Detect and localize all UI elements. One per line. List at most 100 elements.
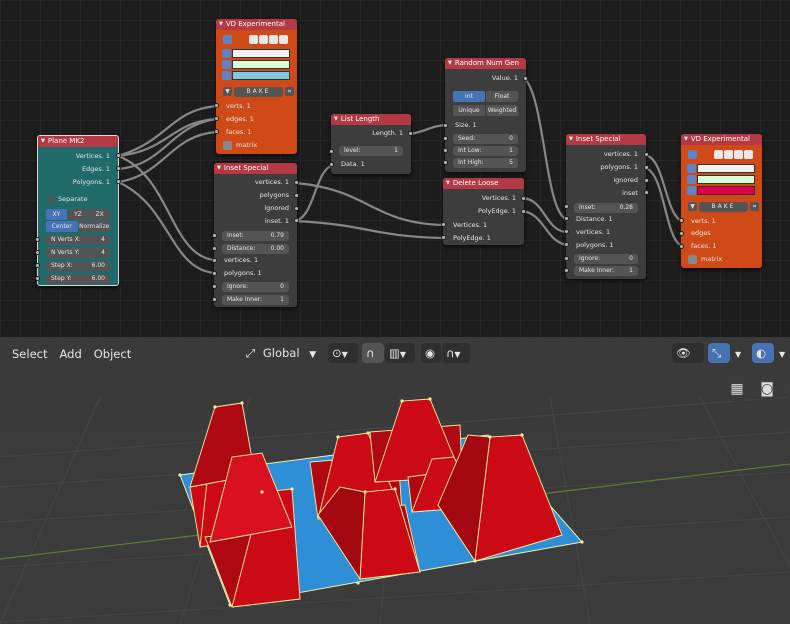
socket-dot[interactable] <box>116 179 121 184</box>
gizmo-toggle[interactable]: ⤡ <box>708 343 730 363</box>
socket-dot[interactable] <box>564 256 569 261</box>
face-display-icon[interactable] <box>734 150 743 159</box>
socket-dot[interactable] <box>564 216 569 221</box>
visibility-dropdown[interactable]: 👁 <box>672 343 704 363</box>
direction-yz-button[interactable]: YZ <box>67 209 89 220</box>
inset-field[interactable]: Inset: 0.79 <box>222 231 289 241</box>
socket-dot[interactable] <box>441 235 446 240</box>
random-num-gen-node[interactable]: ▼ Random Num Gen Value. 1 Int Float Uniqu… <box>445 58 526 172</box>
socket-dot[interactable] <box>294 218 299 223</box>
socket-dot[interactable] <box>521 196 526 201</box>
n-verts-x-field[interactable]: N Verts X: 4 <box>46 235 110 245</box>
socket-dot[interactable] <box>212 284 217 289</box>
eye-icon[interactable] <box>688 150 697 159</box>
socket-faces-in[interactable]: faces. 1 <box>216 127 297 138</box>
socket-dot[interactable] <box>564 242 569 247</box>
socket-dot[interactable] <box>294 193 299 198</box>
socket-data-in[interactable]: Data. 1 <box>331 159 411 170</box>
socket-dot[interactable] <box>214 103 219 108</box>
int-button[interactable]: Int <box>453 91 485 102</box>
int-high-field[interactable]: Int High: 5 <box>453 158 518 168</box>
socket-polygons-out[interactable]: Polygons. 1 <box>38 177 118 188</box>
direction-xy-button[interactable]: XY <box>46 209 67 220</box>
float-button[interactable]: Float <box>486 91 518 102</box>
normalize-button[interactable]: Normalize <box>78 221 110 232</box>
socket-polygons-out[interactable]: polygons <box>214 190 297 201</box>
step-x-field[interactable]: Step X: 6.00 <box>46 261 110 271</box>
edge-display-icon[interactable] <box>724 150 733 159</box>
vertex-color-swatch[interactable] <box>232 49 290 58</box>
node-header[interactable]: ▼ Delete Loose <box>443 178 524 189</box>
level-field[interactable]: level: 1 <box>339 146 403 156</box>
socket-polygons-in[interactable]: polygons. 1 <box>214 268 297 279</box>
socket-ignored-out[interactable]: ignored <box>566 175 646 186</box>
socket-dot[interactable] <box>523 76 528 81</box>
grid-view-icon[interactable]: ▦ <box>724 376 750 402</box>
socket-dot[interactable] <box>443 136 448 141</box>
edge-display-icon[interactable] <box>259 35 268 44</box>
direction-zx-button[interactable]: ZX <box>89 209 111 220</box>
snap-target-dropdown[interactable]: ▥▼ <box>385 343 415 363</box>
node-header[interactable]: ▼ Inset Special <box>566 134 646 145</box>
list-length-node[interactable]: ▼ List Length Length. 1 level: 1 Data. 1 <box>331 114 411 174</box>
socket-verts-in[interactable]: verts. 1 <box>216 101 297 112</box>
make-inner-field[interactable]: Make Inner: 1 <box>222 295 289 305</box>
delete-loose-node[interactable]: ▼ Delete Loose Vertices. 1 PolyEdge. 1 Ve… <box>443 178 524 245</box>
inset-field[interactable]: Inset: 0.28 <box>574 203 638 213</box>
socket-polygons-in[interactable]: polygons. 1 <box>566 240 646 251</box>
socket-dot[interactable] <box>679 231 684 236</box>
face-color-swatch[interactable] <box>697 186 755 195</box>
socket-ignored-out[interactable]: ignored <box>214 203 297 214</box>
eye-icon[interactable] <box>223 35 232 44</box>
socket-dot[interactable] <box>564 229 569 234</box>
socket-dot[interactable] <box>644 165 649 170</box>
socket-dot[interactable] <box>214 129 219 134</box>
socket-dot[interactable] <box>644 178 649 183</box>
n-verts-y-field[interactable]: N Verts Y: 4 <box>46 248 110 258</box>
socket-dot[interactable] <box>294 180 299 185</box>
unique-button[interactable]: Unique <box>453 105 485 116</box>
ignore-field[interactable]: Ignore: 0 <box>574 254 638 264</box>
socket-dot[interactable] <box>35 276 40 281</box>
node-header[interactable]: ▼ List Length <box>331 114 411 125</box>
refresh-icon[interactable] <box>279 35 288 44</box>
socket-dot[interactable] <box>116 166 121 171</box>
filter-icon[interactable]: ▼ <box>688 202 697 211</box>
inset-special-node[interactable]: ▼ Inset Special vertices. 1 polygons igno… <box>214 163 297 307</box>
socket-inset-out[interactable]: inset <box>566 188 646 199</box>
socket-dot[interactable] <box>564 204 569 209</box>
node-header[interactable]: ▼ VD Experimental <box>216 19 297 30</box>
snap-toggle[interactable]: ∩ <box>362 343 384 363</box>
socket-dot[interactable] <box>212 246 217 251</box>
refresh-icon[interactable] <box>744 150 753 159</box>
socket-dot[interactable] <box>214 116 219 121</box>
vertex-display-icon[interactable] <box>249 35 258 44</box>
select-menu[interactable]: Select <box>6 344 53 364</box>
node-editor[interactable]: ▼ Plane MK2 Vertices. 1 Edges. 1 Polygons… <box>0 0 790 337</box>
socket-dot[interactable] <box>441 222 446 227</box>
vertex-display-icon[interactable] <box>714 150 723 159</box>
node-header[interactable]: ▼ Random Num Gen <box>445 58 526 69</box>
bake-button[interactable]: BAKE <box>234 87 283 97</box>
socket-vertices-in[interactable]: vertices. 1 <box>214 255 297 266</box>
frame-icon[interactable]: ⌗ <box>750 202 759 211</box>
socket-polygons-out[interactable]: polygons. 1 <box>566 162 646 173</box>
socket-dot[interactable] <box>408 131 413 136</box>
socket-dot[interactable] <box>329 162 334 167</box>
plane-mk2-node[interactable]: ▼ Plane MK2 Vertices. 1 Edges. 1 Polygons… <box>37 135 119 286</box>
frame-icon[interactable]: ⌗ <box>285 87 294 96</box>
socket-value-out[interactable]: Value. 1 <box>445 73 526 84</box>
socket-dot[interactable] <box>443 160 448 165</box>
inset-special-node-2[interactable]: ▼ Inset Special vertices. 1 polygons. 1 i… <box>566 134 646 279</box>
socket-edges-out[interactable]: Edges. 1 <box>38 164 118 175</box>
edge-color-swatch[interactable] <box>232 60 290 69</box>
socket-vertices-out[interactable]: vertices. 1 <box>214 177 297 188</box>
proportional-edit-toggle[interactable]: ◉ <box>421 343 441 363</box>
socket-distance-in[interactable]: Distance. 1 <box>566 214 646 225</box>
seed-field[interactable]: Seed: 0 <box>453 134 518 144</box>
vd-experimental-node-2[interactable]: ▼ VD Experimental ▼ BAKE ⌗ verts. 1 edges… <box>681 134 762 268</box>
socket-vertices-out[interactable]: vertices. 1 <box>566 149 646 160</box>
overlay-dropdown[interactable]: ▼ <box>775 343 790 363</box>
socket-dot[interactable] <box>521 209 526 214</box>
center-button[interactable]: Center <box>46 221 78 232</box>
